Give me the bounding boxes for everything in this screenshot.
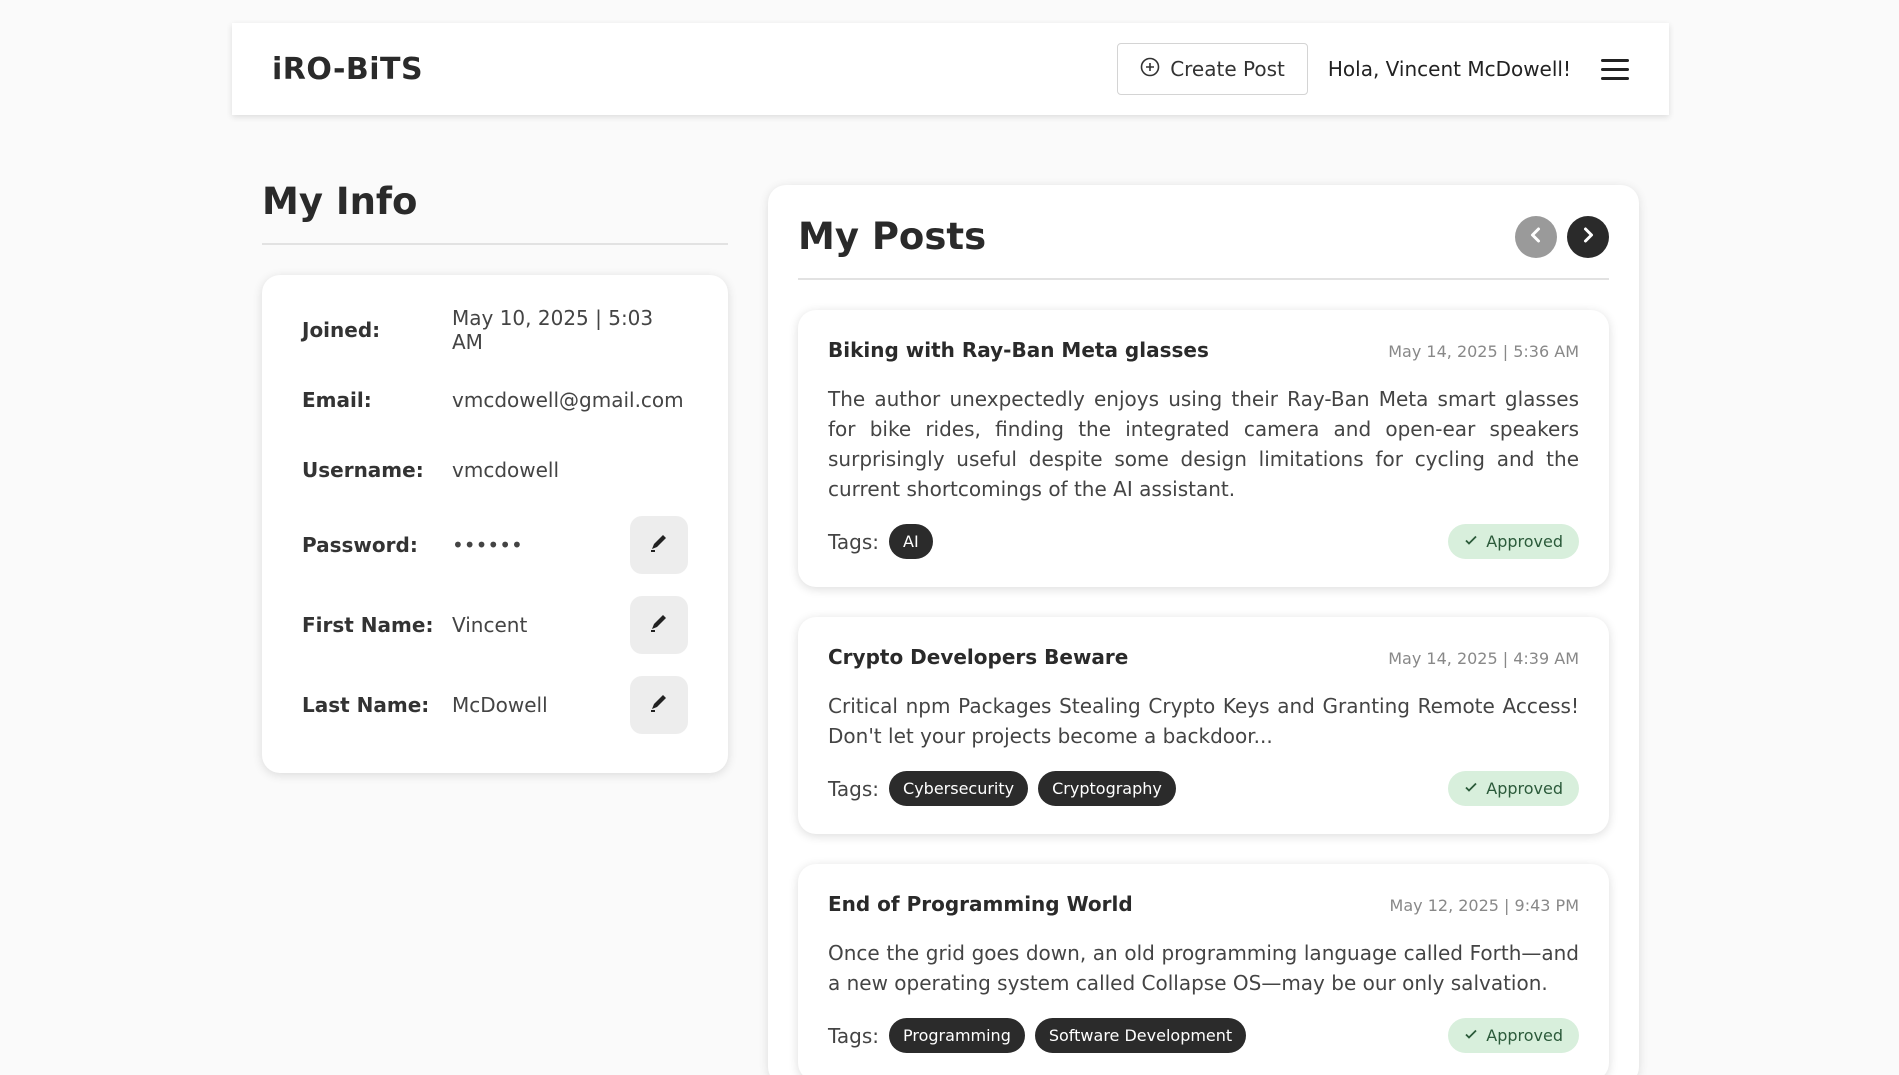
post-date: May 14, 2025 | 5:36 AM xyxy=(1388,342,1579,361)
edit-last-name-button[interactable] xyxy=(630,676,688,734)
edit-first-name-button[interactable] xyxy=(630,596,688,654)
status-label: Approved xyxy=(1486,1026,1563,1045)
post-title[interactable]: Crypto Developers Beware xyxy=(828,645,1388,669)
my-info-divider xyxy=(262,243,728,245)
post-title[interactable]: End of Programming World xyxy=(828,892,1390,916)
user-greeting: Hola, Vincent McDowell! xyxy=(1327,57,1571,81)
last-name-label: Last Name: xyxy=(302,693,430,717)
my-posts-panel: My Posts Biking with Ray-Ban Meta glasse… xyxy=(768,185,1639,1075)
status-label: Approved xyxy=(1486,532,1563,551)
create-post-button[interactable]: Create Post xyxy=(1117,43,1308,95)
chevron-left-icon xyxy=(1527,226,1545,248)
plus-circle-icon xyxy=(1140,57,1160,82)
next-page-button[interactable] xyxy=(1567,215,1609,258)
my-posts-divider xyxy=(798,278,1609,280)
tag-chip[interactable]: Software Development xyxy=(1034,1018,1247,1053)
my-info-card: Joined: May 10, 2025 | 5:03 AM Email: vm… xyxy=(262,275,728,773)
my-posts-header: My Posts xyxy=(798,215,1609,258)
username-value: vmcdowell xyxy=(452,458,560,482)
top-header: iRO-BiTS Create Post Hola, Vincent McDow… xyxy=(232,23,1669,115)
brand-logo[interactable]: iRO-BiTS xyxy=(272,52,423,87)
my-info-title: My Info xyxy=(262,180,418,223)
post-excerpt: The author unexpectedly enjoys using the… xyxy=(828,387,1579,501)
info-row-password: Password: •••••• xyxy=(302,505,688,585)
info-row-joined: Joined: May 10, 2025 | 5:03 AM xyxy=(302,295,688,365)
email-value: vmcdowell@gmail.com xyxy=(452,388,684,412)
status-badge: Approved xyxy=(1448,771,1579,806)
password-label: Password: xyxy=(302,533,418,557)
tags-label: Tags: xyxy=(828,776,880,801)
joined-value: May 10, 2025 | 5:03 AM xyxy=(452,306,654,354)
username-label: Username: xyxy=(302,458,424,482)
tags-label: Tags: xyxy=(828,1023,880,1048)
chevron-right-icon xyxy=(1579,226,1597,248)
pencil-icon xyxy=(648,692,670,718)
joined-label: Joined: xyxy=(302,318,381,342)
check-icon xyxy=(1464,1026,1478,1045)
post-date: May 12, 2025 | 9:43 PM xyxy=(1389,896,1579,915)
status-badge: Approved xyxy=(1448,524,1579,559)
status-badge: Approved xyxy=(1448,1018,1579,1053)
post-excerpt: Once the grid goes down, an old programm… xyxy=(828,941,1579,995)
tags-label: Tags: xyxy=(828,529,880,554)
first-name-value: Vincent xyxy=(452,613,528,637)
status-label: Approved xyxy=(1486,779,1563,798)
tag-chip[interactable]: Programming xyxy=(889,1018,1025,1053)
check-icon xyxy=(1464,532,1478,551)
my-info-section: My Info Joined: May 10, 2025 | 5:03 AM E… xyxy=(262,180,728,773)
my-posts-title: My Posts xyxy=(798,215,987,258)
edit-password-button[interactable] xyxy=(630,516,688,574)
info-row-first-name: First Name: Vincent xyxy=(302,585,688,665)
check-icon xyxy=(1464,779,1478,798)
post-excerpt: Critical npm Packages Stealing Crypto Ke… xyxy=(828,694,1579,748)
post-title[interactable]: Biking with Ray-Ban Meta glasses xyxy=(828,338,1388,362)
header-actions: Create Post Hola, Vincent McDowell! xyxy=(1117,43,1629,95)
info-row-username: Username: vmcdowell xyxy=(302,435,688,505)
pencil-icon xyxy=(648,532,670,558)
info-row-email: Email: vmcdowell@gmail.com xyxy=(302,365,688,435)
tag-chip[interactable]: AI xyxy=(889,524,933,559)
tag-chip[interactable]: Cybersecurity xyxy=(889,771,1029,806)
pencil-icon xyxy=(648,612,670,638)
password-value: •••••• xyxy=(452,533,523,557)
post-card[interactable]: Crypto Developers Beware May 14, 2025 | … xyxy=(798,617,1609,834)
email-label: Email: xyxy=(302,388,372,412)
create-post-label: Create Post xyxy=(1170,57,1285,81)
previous-page-button[interactable] xyxy=(1515,215,1557,258)
tag-chip[interactable]: Cryptography xyxy=(1038,771,1176,806)
info-row-last-name: Last Name: McDowell xyxy=(302,665,688,745)
hamburger-menu-icon[interactable] xyxy=(1601,58,1629,80)
post-date: May 14, 2025 | 4:39 AM xyxy=(1388,649,1579,668)
post-card[interactable]: End of Programming World May 12, 2025 | … xyxy=(798,864,1609,1075)
last-name-value: McDowell xyxy=(452,693,548,717)
post-card[interactable]: Biking with Ray-Ban Meta glasses May 14,… xyxy=(798,310,1609,587)
first-name-label: First Name: xyxy=(302,613,434,637)
